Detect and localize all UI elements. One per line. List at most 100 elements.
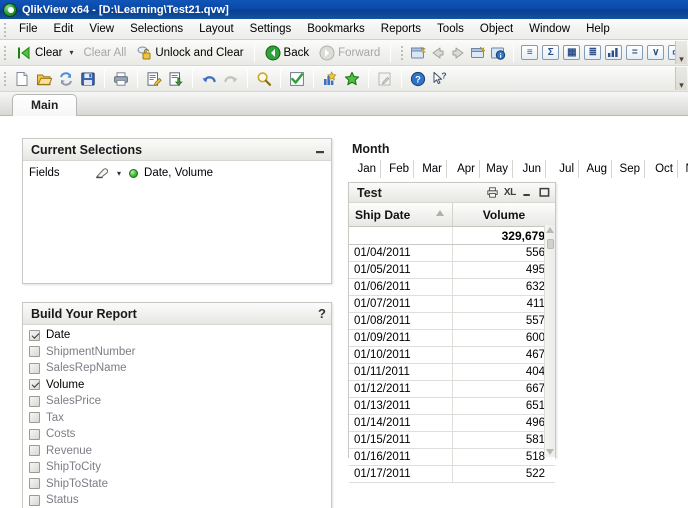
report-field-volume[interactable]: Volume [23,377,331,394]
chevron-down-icon[interactable]: ▾ [69,48,73,57]
checkbox-checked-icon[interactable] [29,379,40,391]
cell-volume[interactable]: 581 [453,432,555,448]
cell-volume[interactable]: 518 [453,449,555,465]
cell-volume[interactable]: 404 [453,364,555,380]
test-table-scrollbar[interactable] [544,225,555,457]
cell-ship-date[interactable]: 01/13/2011 [349,398,453,414]
report-field-costs[interactable]: Costs [23,426,331,443]
new-document-icon[interactable] [14,71,30,87]
edit-module-icon[interactable] [377,71,393,87]
month-cell-jan[interactable]: Jan [348,160,381,178]
report-field-salesrepname[interactable]: SalesRepName [23,360,331,377]
redo-icon[interactable] [223,71,239,87]
table-row[interactable]: 01/17/2011 522 [349,466,555,483]
list-box-icon[interactable]: ≡ [521,45,539,60]
cell-volume[interactable]: 495 [453,262,555,278]
cell-ship-date[interactable]: 01/06/2011 [349,279,453,295]
checkbox-unchecked-icon[interactable] [29,428,40,440]
report-field-shiptocity[interactable]: ShipToCity [23,459,331,476]
quick-chart-wizard-icon[interactable] [322,70,338,87]
cell-volume[interactable]: 411 [453,296,555,312]
menu-window[interactable]: Window [521,20,578,39]
current-selections-icon[interactable] [289,71,305,87]
cell-ship-date[interactable]: 01/12/2011 [349,381,453,397]
table-row[interactable]: 01/05/2011 495 [349,262,555,279]
table-row[interactable]: 01/16/2011 518 [349,449,555,466]
scrollbar-thumb[interactable] [546,239,554,249]
minimize-icon[interactable] [314,144,326,156]
month-cell-nov[interactable]: Nov [678,160,688,178]
checkbox-checked-icon[interactable] [29,329,40,341]
menu-tools[interactable]: Tools [429,20,472,39]
report-field-shiptostate[interactable]: ShipToState [23,476,331,493]
menu-reports[interactable]: Reports [373,20,429,39]
cell-ship-date[interactable]: 01/09/2011 [349,330,453,346]
save-icon[interactable] [80,71,96,87]
menu-bookmarks[interactable]: Bookmarks [299,20,373,39]
report-field-tax[interactable]: Tax [23,410,331,427]
month-cell-may[interactable]: May [480,160,513,178]
menu-view[interactable]: View [81,20,122,39]
checkbox-unchecked-icon[interactable] [29,494,40,506]
table-row[interactable]: 01/14/2011 496 [349,415,555,432]
document-properties-icon[interactable] [490,45,506,61]
cell-ship-date[interactable]: 01/15/2011 [349,432,453,448]
reload-icon[interactable] [58,71,74,87]
cell-volume[interactable]: 632 [453,279,555,295]
statistics-box-icon[interactable]: Σ [542,45,560,60]
report-field-date[interactable]: Date [23,327,331,344]
export-to-excel-icon[interactable]: XL [504,187,516,199]
toolbar-drag-grip[interactable] [3,45,7,60]
cell-volume[interactable]: 556 [453,245,555,261]
cell-volume[interactable]: 600 [453,330,555,346]
chart-icon[interactable] [605,45,623,60]
new-sheet-icon[interactable] [410,45,427,61]
print-icon[interactable] [113,71,129,87]
help-icon[interactable]: ? [410,71,426,87]
maximize-icon[interactable] [538,187,550,199]
open-document-icon[interactable] [36,71,52,87]
cell-ship-date[interactable]: 01/05/2011 [349,262,453,278]
checkbox-unchecked-icon[interactable] [29,461,40,473]
cell-ship-date[interactable]: 01/04/2011 [349,245,453,261]
input-box-icon[interactable]: = [626,45,644,60]
table-box-icon[interactable]: ▦ [563,45,581,60]
report-field-revenue[interactable]: Revenue [23,443,331,460]
table-row[interactable]: 01/11/2011 404 [349,364,555,381]
table-row[interactable]: 01/07/2011 411 [349,296,555,313]
export-icon[interactable] [168,71,184,87]
month-cell-jul[interactable]: Jul [546,160,579,178]
checkbox-unchecked-icon[interactable] [29,478,40,490]
standard-toolbar-overflow-button[interactable] [675,67,687,90]
back-button[interactable]: Back [260,42,315,63]
context-help-icon[interactable]: ? [432,71,448,87]
month-cell-aug[interactable]: Aug [579,160,612,178]
table-row[interactable]: 01/12/2011 667 [349,381,555,398]
favorites-icon[interactable] [344,71,360,87]
cell-ship-date[interactable]: 01/11/2011 [349,364,453,380]
design-toolbar-drag-grip[interactable] [400,45,405,60]
cell-ship-date[interactable]: 01/07/2011 [349,296,453,312]
checkbox-unchecked-icon[interactable] [29,445,40,457]
month-cell-oct[interactable]: Oct [645,160,678,178]
menu-help[interactable]: Help [578,20,618,39]
cell-ship-date[interactable]: 01/08/2011 [349,313,453,329]
cell-volume[interactable]: 467 [453,347,555,363]
print-icon[interactable] [487,187,499,199]
table-row[interactable]: 01/10/2011 467 [349,347,555,364]
checkbox-unchecked-icon[interactable] [29,412,40,424]
question-mark-icon[interactable]: ? [318,306,326,321]
tab-main[interactable]: Main [12,94,78,116]
cell-ship-date[interactable]: 01/10/2011 [349,347,453,363]
column-header-ship-date[interactable]: Ship Date [349,203,453,226]
checkbox-unchecked-icon[interactable] [29,395,40,407]
chevron-down-icon[interactable]: ▾ [117,169,121,178]
menu-selections[interactable]: Selections [122,20,191,39]
promote-sheet-left-icon[interactable] [430,45,446,61]
cell-ship-date[interactable]: 01/16/2011 [349,449,453,465]
table-row[interactable]: 01/15/2011 581 [349,432,555,449]
cell-volume[interactable]: 496 [453,415,555,431]
month-cell-jun[interactable]: Jun [513,160,546,178]
menu-settings[interactable]: Settings [242,20,300,39]
forward-button[interactable]: Forward [314,42,385,63]
